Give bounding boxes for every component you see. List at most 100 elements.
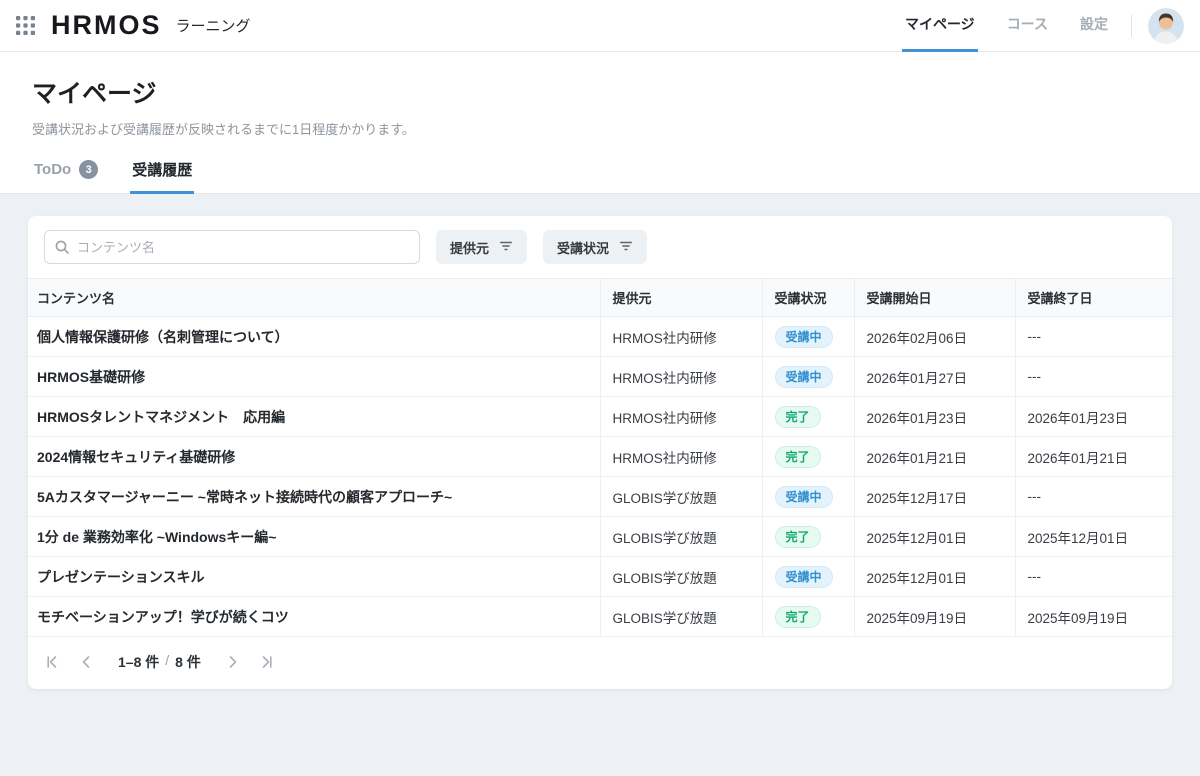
search-icon: [54, 239, 70, 255]
col-header-status: 受講状況: [762, 279, 854, 317]
filter-status-label: 受講状況: [557, 238, 609, 257]
main-content: 提供元 受講状況: [0, 194, 1200, 711]
cell-provider: HRMOS社内研修: [600, 317, 762, 357]
app-launcher-grid-icon[interactable]: [16, 16, 35, 35]
cell-end-date: 2025年09月19日: [1015, 597, 1172, 637]
col-header-start-date: 受講開始日: [854, 279, 1015, 317]
cell-status: 受講中: [762, 557, 854, 597]
status-badge: 完了: [775, 526, 821, 548]
header-divider: [1131, 15, 1132, 37]
tab-bar: ToDo 3 受講履歴: [0, 159, 1200, 194]
cell-end-date: ---: [1015, 557, 1172, 597]
prev-page-button[interactable]: [74, 649, 100, 675]
cell-content-name: 5Aカスタマージャーニー ~常時ネット接続時代の顧客アプローチ~: [28, 477, 600, 517]
cell-start-date: 2025年12月17日: [854, 477, 1015, 517]
table-body: 個人情報保護研修（名刺管理について） HRMOS社内研修 受講中 2026年02…: [28, 317, 1172, 637]
cell-provider: GLOBIS学び放題: [600, 597, 762, 637]
cell-start-date: 2025年09月19日: [854, 597, 1015, 637]
cell-status: 受講中: [762, 317, 854, 357]
next-page-button[interactable]: [219, 649, 245, 675]
cell-start-date: 2025年12月01日: [854, 517, 1015, 557]
cell-provider: HRMOS社内研修: [600, 397, 762, 437]
nav-item-settings[interactable]: 設定: [1077, 0, 1111, 52]
cell-start-date: 2026年01月21日: [854, 437, 1015, 477]
table-row[interactable]: HRMOSタレントマネジメント 応用編 HRMOS社内研修 完了 2026年01…: [28, 397, 1172, 437]
history-table: コンテンツ名 提供元 受講状況 受講開始日 受講終了日 個人情報保護研修（名刺管…: [28, 278, 1172, 637]
cell-end-date: ---: [1015, 357, 1172, 397]
page-info-separator: /: [165, 652, 169, 672]
cell-status: 完了: [762, 517, 854, 557]
cell-start-date: 2026年01月23日: [854, 397, 1015, 437]
page-subtitle: 受講状況および受講履歴が反映されるまでに1日程度かかります。: [32, 119, 1168, 138]
nav-item-course[interactable]: コース: [1004, 0, 1051, 52]
cell-provider: GLOBIS学び放題: [600, 557, 762, 597]
cell-end-date: ---: [1015, 317, 1172, 357]
cell-start-date: 2026年02月06日: [854, 317, 1015, 357]
cell-content-name: 1分 de 業務効率化 ~Windowsキー編~: [28, 517, 600, 557]
cell-end-date: 2026年01月23日: [1015, 397, 1172, 437]
status-badge: 完了: [775, 406, 821, 428]
page-total: 8 件: [175, 652, 201, 672]
col-header-provider: 提供元: [600, 279, 762, 317]
hrmos-logo: HRMOS: [51, 10, 162, 41]
cell-content-name: HRMOSタレントマネジメント 応用編: [28, 397, 600, 437]
top-nav: マイページ コース 設定: [902, 0, 1111, 52]
tab-history-label: 受講履歴: [132, 159, 192, 180]
todo-count-badge: 3: [79, 160, 98, 179]
product-name-label: ラーニング: [176, 15, 251, 36]
table-row[interactable]: HRMOS基礎研修 HRMOS社内研修 受講中 2026年01月27日 ---: [28, 357, 1172, 397]
cell-status: 完了: [762, 397, 854, 437]
table-row[interactable]: プレゼンテーションスキル GLOBIS学び放題 受講中 2025年12月01日 …: [28, 557, 1172, 597]
tab-todo-label: ToDo: [34, 161, 71, 178]
user-avatar[interactable]: [1148, 8, 1184, 44]
cell-content-name: モチベーションアップ！学びが続くコツ: [28, 597, 600, 637]
filter-provider-button[interactable]: 提供元: [436, 230, 527, 264]
cell-provider: GLOBIS学び放題: [600, 517, 762, 557]
table-row[interactable]: モチベーションアップ！学びが続くコツ GLOBIS学び放題 完了 2025年09…: [28, 597, 1172, 637]
cell-content-name: プレゼンテーションスキル: [28, 557, 600, 597]
cell-provider: HRMOS社内研修: [600, 437, 762, 477]
filter-status-button[interactable]: 受講状況: [543, 230, 647, 264]
page-info: 1–8 件 / 8 件: [118, 652, 201, 672]
page-title: マイページ: [32, 74, 1168, 110]
filter-toolbar: 提供元 受講状況: [28, 216, 1172, 278]
cell-status: 受講中: [762, 477, 854, 517]
table-row[interactable]: 2024情報セキュリティ基礎研修 HRMOS社内研修 完了 2026年01月21…: [28, 437, 1172, 477]
status-badge: 受講中: [775, 566, 833, 588]
status-badge: 受講中: [775, 326, 833, 348]
cell-end-date: 2026年01月21日: [1015, 437, 1172, 477]
search-input[interactable]: [44, 230, 420, 264]
filter-lines-icon: [499, 239, 513, 256]
header-left: HRMOS ラーニング: [12, 0, 251, 51]
col-header-end-date: 受講終了日: [1015, 279, 1172, 317]
col-header-content-name: コンテンツ名: [28, 279, 600, 317]
cell-start-date: 2026年01月27日: [854, 357, 1015, 397]
filter-lines-icon: [619, 239, 633, 256]
table-header-row: コンテンツ名 提供元 受講状況 受講開始日 受講終了日: [28, 279, 1172, 317]
filter-provider-label: 提供元: [450, 238, 489, 257]
nav-item-mypage[interactable]: マイページ: [902, 0, 978, 52]
table-row[interactable]: 1分 de 業務効率化 ~Windowsキー編~ GLOBIS学び放題 完了 2…: [28, 517, 1172, 557]
cell-content-name: HRMOS基礎研修: [28, 357, 600, 397]
tab-todo[interactable]: ToDo 3: [32, 159, 100, 194]
cell-content-name: 2024情報セキュリティ基礎研修: [28, 437, 600, 477]
status-badge: 完了: [775, 446, 821, 468]
cell-content-name: 個人情報保護研修（名刺管理について）: [28, 317, 600, 357]
cell-provider: GLOBIS学び放題: [600, 477, 762, 517]
tab-history[interactable]: 受講履歴: [130, 159, 194, 194]
top-header: HRMOS ラーニング マイページ コース 設定: [0, 0, 1200, 52]
cell-provider: HRMOS社内研修: [600, 357, 762, 397]
table-row[interactable]: 5Aカスタマージャーニー ~常時ネット接続時代の顧客アプローチ~ GLOBIS学…: [28, 477, 1172, 517]
status-badge: 受講中: [775, 486, 833, 508]
pagination: 1–8 件 / 8 件: [28, 637, 1172, 689]
last-page-button[interactable]: [253, 649, 279, 675]
header-right: マイページ コース 設定: [902, 0, 1184, 51]
history-card: 提供元 受講状況: [28, 216, 1172, 689]
search-box: [44, 230, 420, 264]
cell-status: 受講中: [762, 357, 854, 397]
page-header-section: マイページ 受講状況および受講履歴が反映されるまでに1日程度かかります。 ToD…: [0, 52, 1200, 194]
first-page-button[interactable]: [40, 649, 66, 675]
table-row[interactable]: 個人情報保護研修（名刺管理について） HRMOS社内研修 受講中 2026年02…: [28, 317, 1172, 357]
page-range: 1–8 件: [118, 652, 159, 672]
cell-start-date: 2025年12月01日: [854, 557, 1015, 597]
